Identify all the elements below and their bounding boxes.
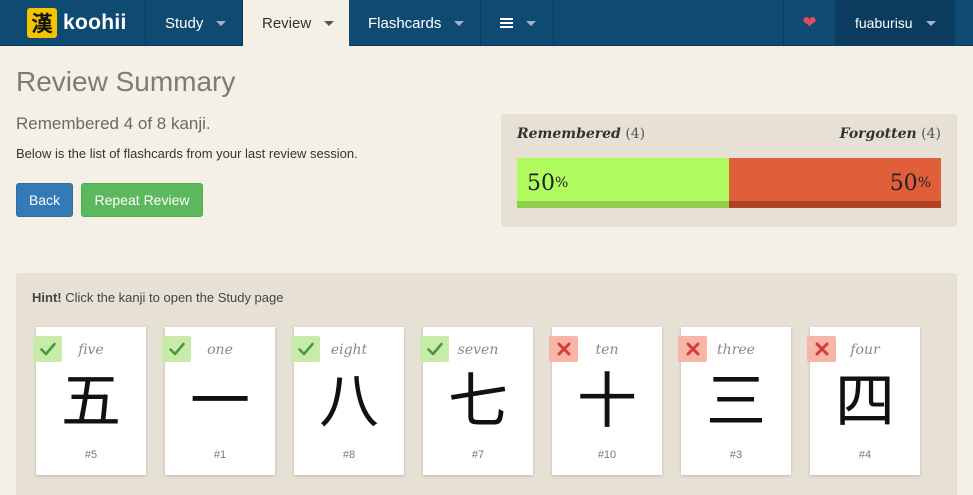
card-kanji[interactable]: 十 xyxy=(552,367,662,437)
forgotten-count: (4) xyxy=(921,126,941,142)
kanji-card[interactable]: eight 八 #8 xyxy=(291,327,404,475)
kanji-card[interactable]: one 一 #1 xyxy=(162,327,275,475)
remembered-summary-text: Remembered 4 of 8 kanji. xyxy=(16,114,211,133)
page-title: Review Summary xyxy=(16,66,236,97)
kanji-card[interactable]: four 四 #4 xyxy=(807,327,920,475)
remembered-label-text: Remembered xyxy=(517,126,621,142)
kanji-card[interactable]: ten 十 #10 xyxy=(549,327,662,475)
hint-label: Hint! xyxy=(32,290,62,305)
nav-study-label: Study xyxy=(165,14,204,32)
card-kanji[interactable]: 七 xyxy=(423,367,533,437)
card-keyword: one xyxy=(207,342,233,358)
username: fuaburisu xyxy=(855,15,913,31)
card-keyword: ten xyxy=(595,342,619,358)
nav-flashcards-dropdown[interactable]: Flashcards xyxy=(349,0,481,46)
card-keyword: eight xyxy=(330,342,368,358)
heart-icon: ❤ xyxy=(802,13,817,32)
session-description: Below is the list of flashcards from you… xyxy=(16,146,358,161)
hamburger-icon xyxy=(500,16,513,30)
chevron-down-icon xyxy=(925,20,936,26)
repeat-review-button[interactable]: Repeat Review xyxy=(81,183,203,217)
favorites-button[interactable]: ❤ xyxy=(783,0,836,46)
card-frame-number: #10 xyxy=(597,449,617,461)
forgotten-label-text: Forgotten xyxy=(839,126,917,142)
card-frame-number: #7 xyxy=(471,449,485,461)
chevron-down-icon xyxy=(216,20,227,26)
card-frame-number: #4 xyxy=(858,449,872,461)
brand-name: koohii xyxy=(63,11,127,34)
card-kanji[interactable]: 四 xyxy=(810,367,920,437)
card-kanji[interactable]: 一 xyxy=(165,367,275,437)
brand-home-link[interactable]: 漢 koohii xyxy=(0,0,146,46)
kanji-card[interactable]: seven 七 #7 xyxy=(420,327,533,475)
chevron-down-icon xyxy=(454,20,465,26)
remembered-segment: 50% xyxy=(517,158,729,208)
nav-review-dropdown[interactable]: Review xyxy=(243,0,349,46)
chevron-down-icon xyxy=(526,20,536,26)
card-keyword: four xyxy=(850,342,880,358)
hint-text: Hint! Click the kanji to open the Study … xyxy=(32,290,283,305)
remembered-label: Remembered (4) xyxy=(517,126,645,142)
kanji-logo-icon: 漢 xyxy=(27,8,57,38)
nav-review-label: Review xyxy=(262,14,312,32)
forgotten-segment: 50% xyxy=(729,158,941,208)
card-frame-number: #5 xyxy=(84,449,98,461)
card-frame-number: #3 xyxy=(729,449,743,461)
remembered-count: (4) xyxy=(625,126,646,142)
card-frame-number: #8 xyxy=(342,449,356,461)
card-kanji[interactable]: 三 xyxy=(681,367,791,437)
navbar-divider xyxy=(954,0,955,46)
nav-flashcards-label: Flashcards xyxy=(368,14,442,32)
chevron-down-icon xyxy=(324,20,335,26)
review-stats-panel: Remembered (4) Forgotten (4) 50% 50% xyxy=(501,114,957,227)
forgotten-percent: 50 xyxy=(889,170,918,196)
card-keyword: seven xyxy=(457,342,499,358)
card-keyword: three xyxy=(717,342,755,358)
remembered-percent-sign: % xyxy=(555,175,569,191)
card-kanji[interactable]: 八 xyxy=(294,367,404,437)
nav-study-dropdown[interactable]: Study xyxy=(146,0,243,46)
user-menu-dropdown[interactable]: fuaburisu xyxy=(836,0,954,46)
kanji-card[interactable]: three 三 #3 xyxy=(678,327,791,475)
card-frame-number: #1 xyxy=(213,449,227,461)
back-button[interactable]: Back xyxy=(16,183,73,217)
kanji-card[interactable]: five 五 #5 xyxy=(33,327,146,475)
top-navbar: 漢 koohii Study Review Flashcards ❤ fuabu… xyxy=(0,0,973,46)
card-keyword: five xyxy=(78,342,104,358)
ratio-bar: 50% 50% xyxy=(517,158,941,208)
nav-more-menu[interactable] xyxy=(481,0,554,46)
remembered-percent: 50 xyxy=(527,170,555,196)
forgotten-percent-sign: % xyxy=(917,175,931,191)
card-kanji[interactable]: 五 xyxy=(36,367,146,437)
hint-message: Click the kanji to open the Study page xyxy=(61,290,284,305)
forgotten-label: Forgotten (4) xyxy=(840,126,941,142)
flashcards-panel: Hint! Click the kanji to open the Study … xyxy=(16,273,957,495)
